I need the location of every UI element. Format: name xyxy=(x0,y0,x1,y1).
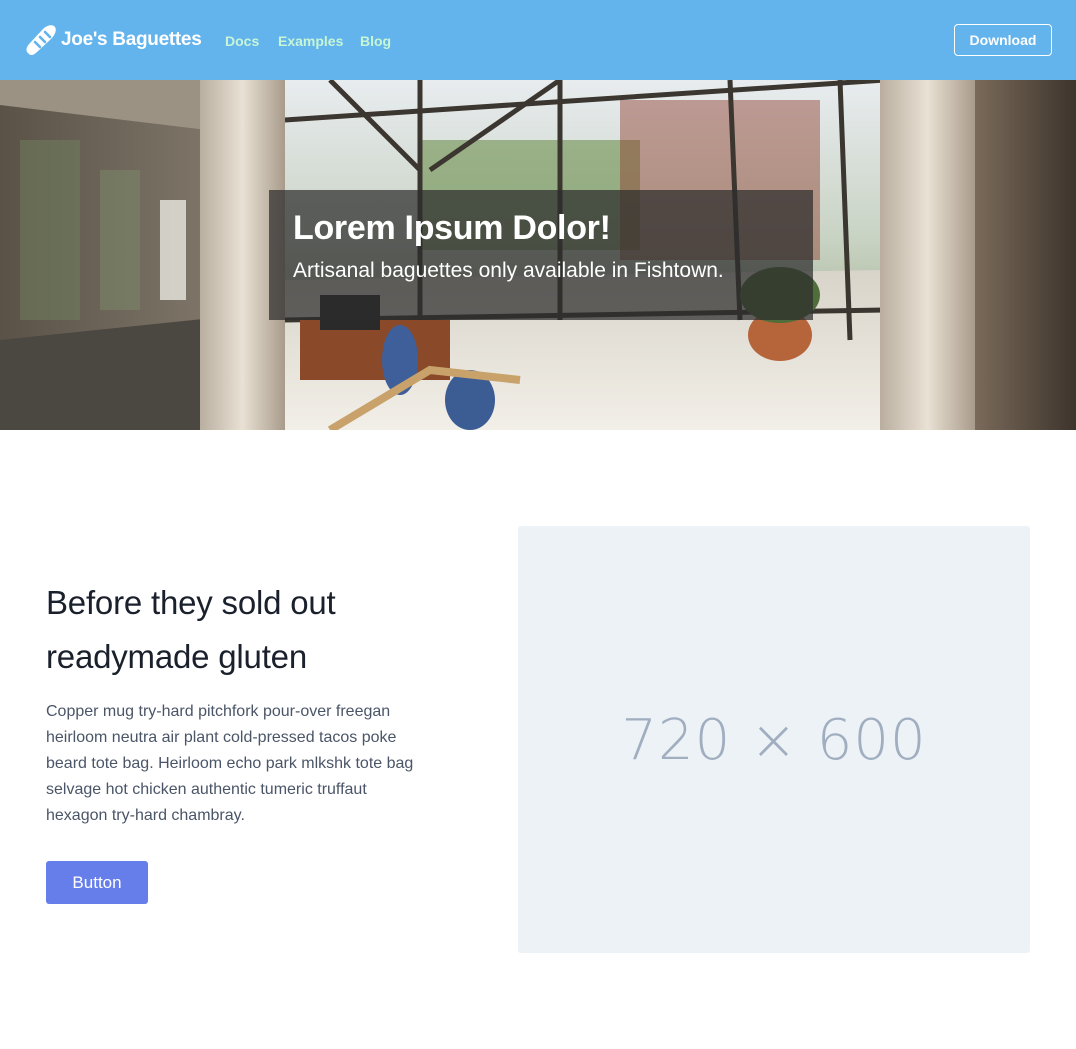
placeholder-image: 720 × 600 xyxy=(518,526,1030,953)
hero-caption-box: Lorem Ipsum Dolor! Artisanal baguettes o… xyxy=(269,190,813,320)
navbar: Joe's Baguettes Docs Examples Blog Downl… xyxy=(0,0,1076,80)
brand-name: Joe's Baguettes xyxy=(61,29,202,50)
download-button[interactable]: Download xyxy=(954,24,1052,56)
placeholder-dimensions: 720 × 600 xyxy=(621,707,927,773)
nav-link-docs[interactable]: Docs xyxy=(225,32,259,50)
nav-link-examples[interactable]: Examples xyxy=(278,32,343,50)
feature-body: Copper mug try-hard pitchfork pour-over … xyxy=(46,703,414,824)
hero-banner: Lorem Ipsum Dolor! Artisanal baguettes o… xyxy=(0,80,1076,430)
brand-link[interactable]: Joe's Baguettes xyxy=(24,23,202,57)
baguette-icon xyxy=(26,25,56,56)
feature-button[interactable]: Button xyxy=(46,861,148,904)
hero-subtitle: Artisanal baguettes only available in Fi… xyxy=(293,259,724,282)
nav-link-blog[interactable]: Blog xyxy=(360,32,391,50)
hero-title: Lorem Ipsum Dolor! xyxy=(293,209,611,247)
feature-heading: Before they sold out readymade gluten xyxy=(46,584,336,675)
